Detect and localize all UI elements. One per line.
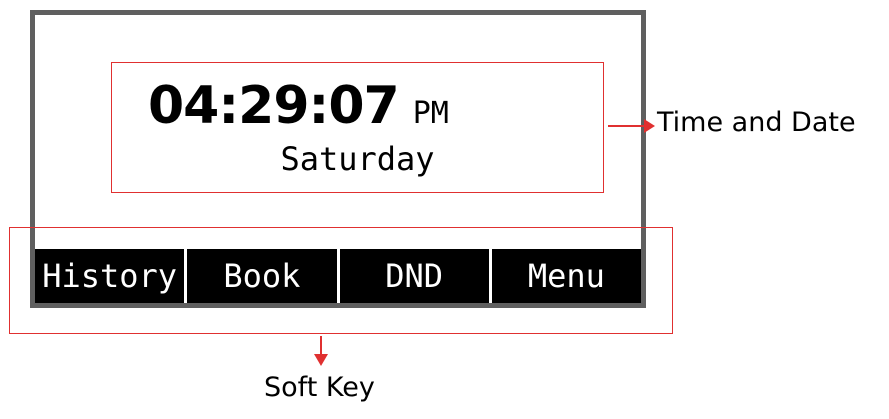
clock-time: 04:29:07 (148, 76, 400, 136)
softkey-highlight-box (9, 227, 673, 334)
softkey-arrow-line (320, 336, 322, 356)
weekday-label: Saturday (280, 140, 435, 178)
arrow-right-icon (644, 119, 655, 133)
time-date-arrow-line (608, 125, 646, 127)
arrow-down-icon (314, 354, 328, 366)
time-and-date-callout: Time and Date (657, 107, 856, 138)
clock-ampm: PM (412, 96, 449, 131)
clock-display: 04:29:07 PM (148, 76, 449, 138)
soft-key-callout: Soft Key (264, 372, 375, 403)
